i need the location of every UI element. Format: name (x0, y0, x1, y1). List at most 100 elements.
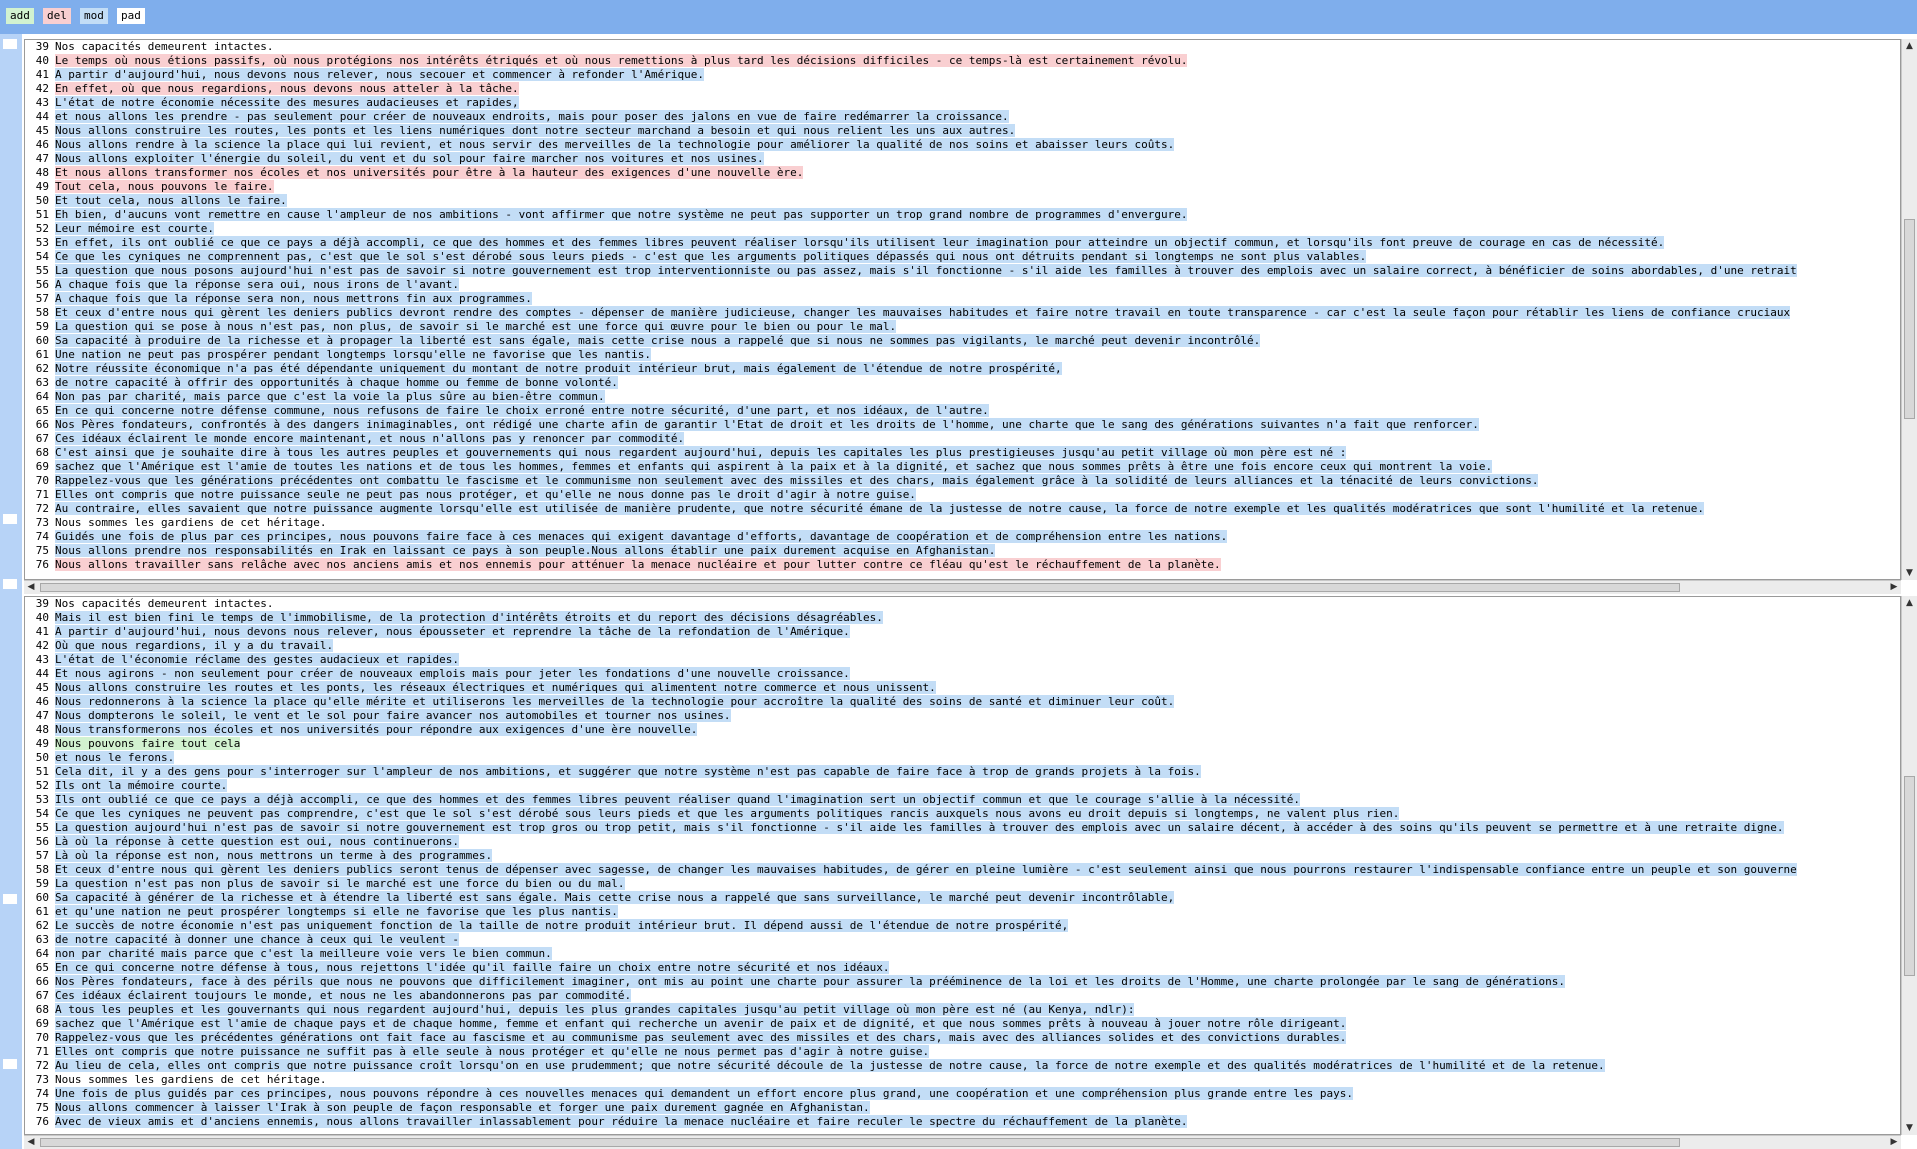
diff-overview-gutter[interactable] (0, 34, 22, 1149)
line-text: et qu'une nation ne peut prospérer longt… (55, 905, 618, 918)
diff-line: 68 A tous les peuples et les gouvernants … (25, 1003, 1900, 1017)
line-number: 53 (35, 236, 49, 249)
line-number: 62 (35, 362, 49, 375)
diff-line: 46 Nous redonnerons à la science la place… (25, 695, 1900, 709)
line-number: 68 (35, 1003, 49, 1016)
right-file-pane: 39 Nos capacités demeurent intactes. 40 Mai… (24, 596, 1917, 1149)
line-text: Et tout cela, nous allons le faire. (55, 194, 287, 207)
line-text: A partir d'aujourd'hui, nous devons nous… (55, 625, 850, 638)
diff-line: 64 Non pas par charité, mais parce que c'… (25, 390, 1900, 404)
line-text: Mais il est bien fini le temps de l'immo… (55, 611, 883, 624)
line-text: La question n'est pas non plus de savoir… (55, 877, 625, 890)
line-number: 63 (35, 376, 49, 389)
line-text: et nous allons les prendre - pas seuleme… (55, 110, 1009, 123)
line-text: A tous les peuples et les gouvernants qu… (55, 1003, 1135, 1016)
line-number: 72 (35, 1059, 49, 1072)
left-horizontal-scroll-thumb[interactable] (40, 583, 1680, 592)
line-number: 43 (35, 653, 49, 666)
right-text-view[interactable]: 39 Nos capacités demeurent intactes. 40 Mai… (24, 596, 1901, 1135)
line-text: Au contraire, elles savaient que notre p… (55, 502, 1705, 515)
line-text: Guidés une fois de plus par ces principe… (55, 530, 1228, 543)
diff-line: 74 Une fois de plus guidés par ces princi… (25, 1087, 1900, 1101)
toolbar: add del mod pad (0, 0, 1917, 34)
diff-line: 57 A chaque fois que la réponse sera non,… (25, 292, 1900, 306)
scroll-right-arrow-icon[interactable]: ▶ (1887, 1136, 1901, 1149)
line-number: 42 (35, 82, 49, 95)
scroll-up-arrow-icon[interactable]: ▲ (1902, 596, 1917, 610)
scroll-left-arrow-icon[interactable]: ◀ (24, 581, 38, 594)
right-horizontal-scrollbar[interactable]: ◀ ▶ (24, 1135, 1901, 1149)
diff-line: 54 Ce que les cyniques ne peuvent pas com… (25, 807, 1900, 821)
diff-line: 74 Guidés une fois de plus par ces princi… (25, 530, 1900, 544)
diff-line: 50 et nous le ferons. (25, 751, 1900, 765)
diff-line: 57 Là où la réponse est non, nous mettron… (25, 849, 1900, 863)
line-number: 43 (35, 96, 49, 109)
line-number: 58 (35, 306, 49, 319)
legend-pad: pad (117, 8, 145, 24)
line-text: Nous allons rendre à la science la place… (55, 138, 1175, 151)
line-text: La question aujourd'hui n'est pas de sav… (55, 821, 1784, 834)
diff-line: 39 Nos capacités demeurent intactes. (25, 40, 1900, 54)
scroll-right-arrow-icon[interactable]: ▶ (1887, 581, 1901, 594)
line-number: 67 (35, 432, 49, 445)
line-text: de notre capacité à offrir des opportuni… (55, 376, 618, 389)
line-text: Elles ont compris que notre puissance ne… (55, 1045, 930, 1058)
line-number: 49 (35, 180, 49, 193)
left-horizontal-scrollbar[interactable]: ◀ ▶ (24, 580, 1901, 594)
line-number: 47 (35, 152, 49, 165)
line-number: 59 (35, 320, 49, 333)
line-text: C'est ainsi que je souhaite dire à tous … (55, 446, 1347, 459)
line-text: Le succès de notre économie n'est pas un… (55, 919, 1069, 932)
line-text: Nos capacités demeurent intactes. (55, 597, 274, 610)
line-number: 59 (35, 877, 49, 890)
diff-line: 60 Sa capacité à générer de la richesse e… (25, 891, 1900, 905)
line-text: Nous allons construire les routes, les p… (55, 124, 1016, 137)
diff-line: 55 La question aujourd'hui n'est pas de s… (25, 821, 1900, 835)
line-text: Leur mémoire est courte. (55, 222, 214, 235)
line-number: 63 (35, 933, 49, 946)
line-text: Rappelez-vous que les précédentes généra… (55, 1031, 1347, 1044)
gutter-marker (3, 579, 17, 589)
diff-line: 44 et nous allons les prendre - pas seule… (25, 110, 1900, 124)
diff-line: 48 Et nous allons transformer nos écoles … (25, 166, 1900, 180)
diff-line: 63 de notre capacité à donner une chance … (25, 933, 1900, 947)
legend-mod: mod (80, 8, 108, 24)
diff-line: 41 A partir d'aujourd'hui, nous devons no… (25, 68, 1900, 82)
diff-line: 42 En effet, où que nous regardions, nous… (25, 82, 1900, 96)
line-number: 73 (35, 1073, 49, 1086)
line-text: Nous redonnerons à la science la place q… (55, 695, 1175, 708)
diff-line: 53 Ils ont oublié ce que ce pays a déjà a… (25, 793, 1900, 807)
diff-line: 55 La question que nous posons aujourd'hu… (25, 264, 1900, 278)
line-number: 64 (35, 947, 49, 960)
diff-line: 63 de notre capacité à offrir des opportu… (25, 376, 1900, 390)
diff-line: 44 Et nous agirons - non seulement pour c… (25, 667, 1900, 681)
scroll-up-arrow-icon[interactable]: ▲ (1902, 39, 1917, 53)
left-text-view[interactable]: 39 Nos capacités demeurent intactes. 40 Le … (24, 39, 1901, 580)
scroll-left-arrow-icon[interactable]: ◀ (24, 1136, 38, 1149)
diff-line: 56 A chaque fois que la réponse sera oui,… (25, 278, 1900, 292)
line-number: 51 (35, 765, 49, 778)
line-number: 73 (35, 516, 49, 529)
diff-line: 64 non par charité mais parce que c'est l… (25, 947, 1900, 961)
line-number: 50 (35, 194, 49, 207)
line-text: Nous allons exploiter l'énergie du solei… (55, 152, 764, 165)
left-vertical-scrollbar[interactable]: ▲ ▼ (1901, 39, 1917, 580)
line-number: 48 (35, 723, 49, 736)
diff-line: 70 Rappelez-vous que les générations préc… (25, 474, 1900, 488)
scroll-down-arrow-icon[interactable]: ▼ (1902, 566, 1917, 580)
line-number: 55 (35, 821, 49, 834)
line-text: Ils ont oublié ce que ce pays a déjà acc… (55, 793, 1301, 806)
scroll-down-arrow-icon[interactable]: ▼ (1902, 1121, 1917, 1135)
line-number: 47 (35, 709, 49, 722)
gutter-marker (3, 514, 17, 524)
right-horizontal-scroll-thumb[interactable] (40, 1138, 1680, 1147)
left-vertical-scroll-thumb[interactable] (1904, 219, 1915, 419)
right-vertical-scrollbar[interactable]: ▲ ▼ (1901, 596, 1917, 1135)
diff-line: 62 Notre réussite économique n'a pas été … (25, 362, 1900, 376)
line-text: Où que nous regardions, il y a du travai… (55, 639, 334, 652)
diff-line: 51 Cela dit, il y a des gens pour s'inter… (25, 765, 1900, 779)
diff-line: 75 Nous allons prendre nos responsabilité… (25, 544, 1900, 558)
right-vertical-scroll-thumb[interactable] (1904, 776, 1915, 976)
line-text: Cela dit, il y a des gens pour s'interro… (55, 765, 1201, 778)
diff-line: 62 Le succès de notre économie n'est pas … (25, 919, 1900, 933)
